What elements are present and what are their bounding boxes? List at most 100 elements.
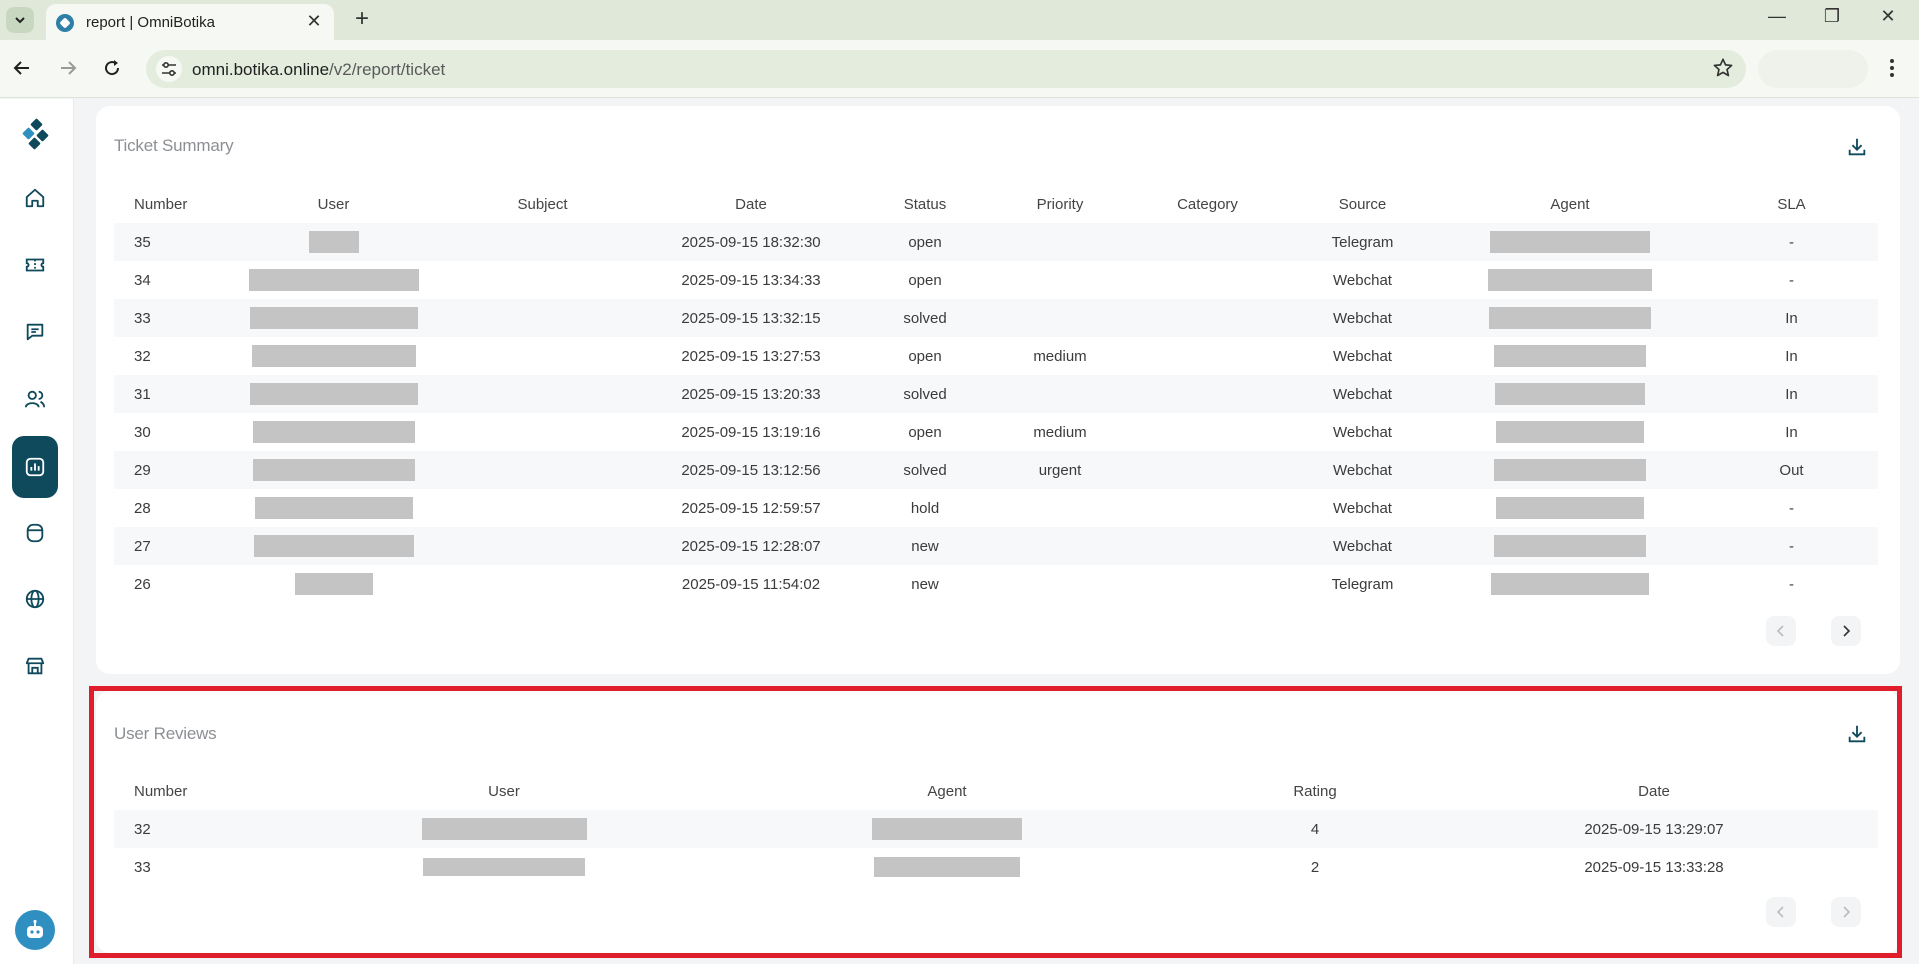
reload-button[interactable] [98, 54, 126, 82]
user-reviews-next-page-button[interactable] [1831, 897, 1861, 927]
cell-source: Telegram [1331, 575, 1394, 593]
table-row[interactable]: 27 2025-09-15 12:28:07 new Webchat - [114, 527, 1878, 565]
sidebar-item-store[interactable] [12, 643, 58, 689]
cell-source: Webchat [1333, 271, 1392, 289]
cell-agent [1435, 223, 1705, 261]
url-path: /v2/report/ticket [329, 60, 446, 79]
sidebar-item-reports[interactable] [12, 436, 58, 498]
redacted-agent [1496, 421, 1644, 443]
redacted-agent [1494, 345, 1646, 367]
table-row[interactable]: 32 4 2025-09-15 13:29:07 [114, 810, 1878, 848]
column-header-subject[interactable]: Subject [438, 185, 647, 223]
cell-subject [438, 299, 647, 337]
minimize-window-button[interactable]: — [1762, 6, 1792, 32]
bookmark-button[interactable] [1712, 57, 1734, 84]
robot-icon [27, 919, 43, 938]
ticket-summary-prev-page-button[interactable] [1766, 616, 1796, 646]
profile-button[interactable] [1758, 50, 1868, 88]
table-row[interactable]: 35 2025-09-15 18:32:30 open Telegram - [114, 223, 1878, 261]
user-reviews-prev-page-button[interactable] [1766, 897, 1796, 927]
store-icon [25, 657, 45, 675]
ticket-summary-download-button[interactable] [1844, 134, 1870, 160]
cell-agent [1435, 565, 1705, 603]
cell-sla: In [1785, 347, 1798, 365]
column-header-source[interactable]: Source [1290, 185, 1435, 223]
cell-user [229, 527, 438, 565]
table-row[interactable]: 33 2 2025-09-15 13:33:28 [114, 848, 1878, 886]
redacted-agent [1494, 535, 1646, 557]
user-reviews-download-button[interactable] [1844, 721, 1870, 747]
table-row[interactable]: 31 2025-09-15 13:20:33 solved Webchat In [114, 375, 1878, 413]
cell-date: 2025-09-15 18:32:30 [647, 223, 855, 261]
sidebar-item-chat[interactable] [12, 309, 58, 355]
column-header-agent[interactable]: Agent [1435, 185, 1705, 223]
column-header-number[interactable]: Number [114, 772, 314, 810]
cell-date: 2025-09-15 13:27:53 [681, 347, 821, 365]
browser-tab[interactable]: report | OmniBotika ✕ [46, 4, 334, 40]
cell-agent [1435, 337, 1705, 375]
cell-priority [995, 527, 1125, 565]
tab-search-button[interactable] [6, 7, 34, 33]
column-header-category[interactable]: Category [1125, 185, 1290, 223]
chevron-left-icon [1776, 625, 1784, 637]
redacted-user [254, 497, 413, 519]
ticket-summary-next-page-button[interactable] [1831, 616, 1861, 646]
column-header-user[interactable]: User [229, 185, 438, 223]
tab-title: report | OmniBotika [86, 14, 215, 31]
reload-icon [105, 60, 120, 76]
cell-priority: urgent [995, 451, 1125, 489]
chatbot-assistant-button[interactable] [15, 910, 55, 950]
cell-category [1125, 451, 1290, 489]
site-info-button[interactable] [156, 56, 182, 82]
cell-sla: - [1789, 271, 1794, 289]
new-tab-button[interactable]: + [350, 5, 374, 33]
restore-window-button[interactable]: ❐ [1817, 6, 1847, 32]
column-header-number[interactable]: Number [114, 185, 229, 223]
cell-subject [438, 527, 647, 565]
cell-agent [1435, 489, 1705, 527]
cell-status: open [908, 347, 942, 365]
users-icon [24, 390, 46, 408]
redacted-user [251, 345, 416, 367]
globe-icon [25, 589, 45, 609]
cell-agent [694, 810, 1200, 848]
close-window-button[interactable]: ✕ [1873, 6, 1903, 32]
close-tab-button[interactable]: ✕ [304, 11, 324, 32]
sidebar-item-channels[interactable] [12, 576, 58, 622]
cell-subject [438, 337, 647, 375]
sidebar-item-database[interactable] [12, 510, 58, 556]
sidebar-item-home[interactable] [12, 175, 58, 221]
table-row[interactable]: 34 2025-09-15 13:34:33 open Webchat - [114, 261, 1878, 299]
chevron-right-icon [1843, 906, 1851, 918]
cell-number: 32 [114, 810, 314, 848]
cell-sla: - [1705, 223, 1878, 261]
column-header-user[interactable]: User [314, 772, 694, 810]
sidebar-item-users[interactable] [12, 376, 58, 422]
forward-button[interactable] [54, 54, 82, 82]
browser-menu-button[interactable] [1882, 54, 1902, 82]
column-header-sla[interactable]: SLA [1705, 185, 1878, 223]
address-bar[interactable]: omni.botika.online/v2/report/ticket [146, 50, 1746, 88]
column-header-rating[interactable]: Rating [1200, 772, 1430, 810]
cell-category [1125, 527, 1290, 565]
column-header-priority[interactable]: Priority [995, 185, 1125, 223]
table-row[interactable]: 32 2025-09-15 13:27:53 open medium Webch… [114, 337, 1878, 375]
cell-status: open [855, 223, 995, 261]
column-header-date[interactable]: Date [1430, 772, 1878, 810]
table-row[interactable]: 33 2025-09-15 13:32:15 solved Webchat In [114, 299, 1878, 337]
table-row[interactable]: 28 2025-09-15 12:59:57 hold Webchat - [114, 489, 1878, 527]
cell-subject [438, 375, 647, 413]
sidebar-item-tickets[interactable] [12, 242, 58, 288]
column-header-status[interactable]: Status [855, 185, 995, 223]
table-row[interactable]: 29 2025-09-15 13:12:56 solved urgent Web… [114, 451, 1878, 489]
cell-subject [438, 413, 647, 451]
cell-date: 2025-09-15 13:34:33 [681, 271, 821, 289]
column-header-agent[interactable]: Agent [694, 772, 1200, 810]
back-button[interactable] [8, 54, 36, 82]
cell-number: 28 [134, 499, 151, 517]
cell-subject [438, 565, 647, 603]
table-row[interactable]: 30 2025-09-15 13:19:16 open medium Webch… [114, 413, 1878, 451]
table-row[interactable]: 26 2025-09-15 11:54:02 new Telegram - [114, 565, 1878, 603]
column-header-date[interactable]: Date [647, 185, 855, 223]
app-logo[interactable] [12, 111, 58, 157]
